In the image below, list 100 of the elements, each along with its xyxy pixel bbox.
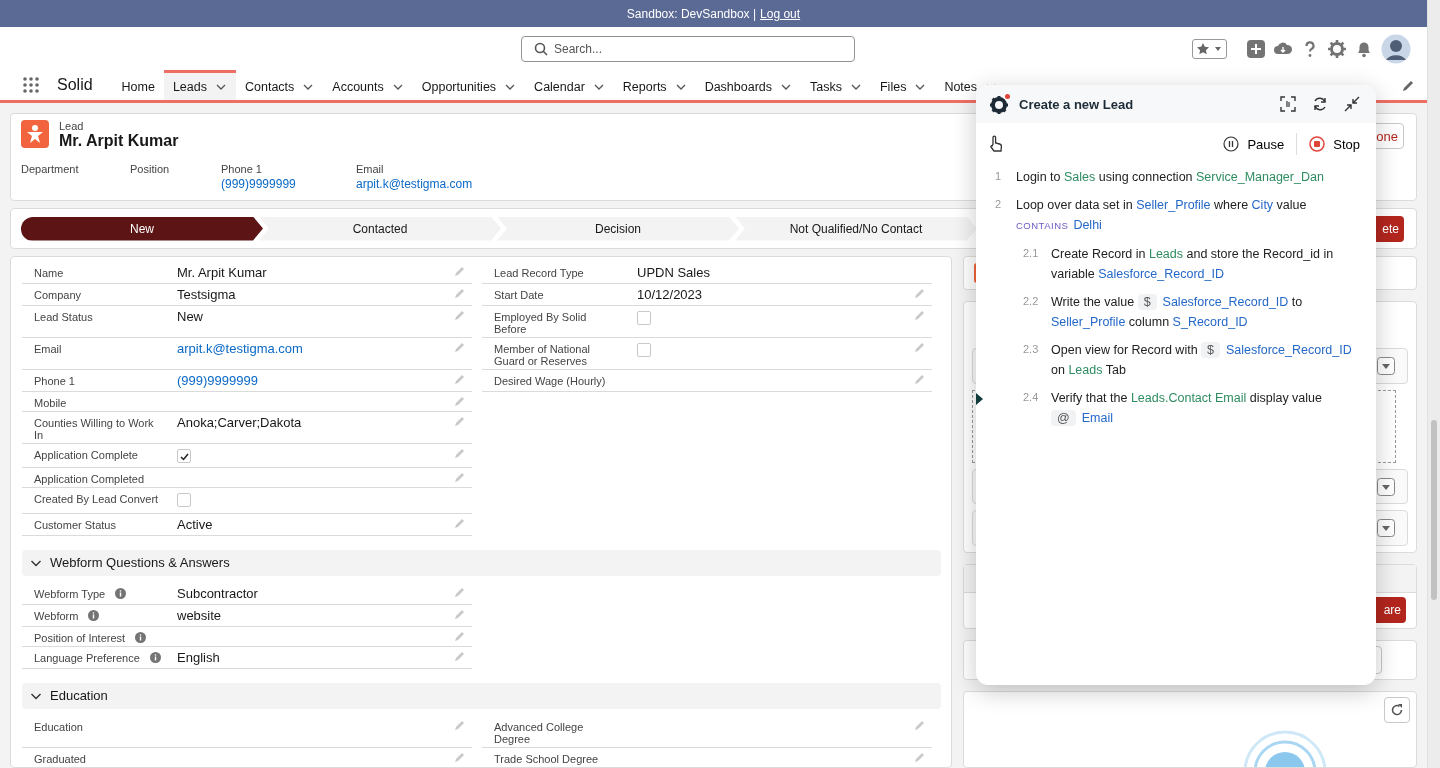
section-header[interactable]: Education <box>22 682 941 709</box>
field-label: Department <box>21 163 80 175</box>
star-icon <box>1196 41 1210 56</box>
dropdown-icon[interactable] <box>1377 519 1395 538</box>
search-field[interactable]: Search... <box>521 35 855 62</box>
field-label: Language Preference <box>34 651 140 664</box>
hand-pointer-icon[interactable] <box>988 135 1004 153</box>
minimize-icon[interactable] <box>1344 96 1360 112</box>
field-label: Education <box>34 720 83 733</box>
step-text: Loop over data set in Seller_Profile where City value CONTAINS Delhi <box>1016 197 1308 234</box>
field-label: Company <box>34 289 82 301</box>
field-label: Trade School Degree <box>494 752 599 765</box>
step-number: 2 <box>995 198 1002 210</box>
nav-tab[interactable]: Dashboards <box>695 70 802 100</box>
step-number: 1 <box>995 170 1002 182</box>
field-label: Phone 1 <box>221 163 263 175</box>
nav-tab[interactable]: Reports <box>613 70 696 100</box>
nav-tab[interactable]: Leads <box>163 70 236 100</box>
panel-title: Create a new Lead <box>1019 96 1134 112</box>
favorites-button[interactable] <box>1192 38 1227 59</box>
nav-tab[interactable]: Contacts <box>236 70 324 100</box>
step-text: Write the value $ Salesforce_Record_ID to Seller_Profile column S_Record_ID <box>1051 293 1304 331</box>
refresh-button[interactable] <box>1384 697 1410 723</box>
stop-button[interactable]: Stop <box>1305 136 1364 152</box>
field-value: English <box>177 649 220 666</box>
nav-tab[interactable]: Files <box>871 70 936 100</box>
step-number: 2.4 <box>1023 391 1039 403</box>
dropdown-icon[interactable] <box>1377 477 1395 496</box>
step-text: Open view for Record with $ Salesforce_Record_ID on Leads Tab <box>1051 341 1353 379</box>
lead-icon <box>21 120 49 148</box>
field-link[interactable]: arpit.k@testigma.com <box>356 177 473 191</box>
field-value: 10/12/2023 <box>637 287 703 303</box>
field-label: Position of Interest <box>34 631 126 644</box>
field-label: Position <box>130 163 171 175</box>
sync-icon[interactable] <box>1312 96 1328 112</box>
focus-icon[interactable] <box>1280 96 1296 112</box>
step-number: 2.3 <box>1023 343 1039 355</box>
field-label: Application Completed <box>34 472 145 485</box>
app-name: Solid <box>57 76 93 94</box>
field-label: Employed By Solid Before <box>494 311 588 335</box>
nav-tab[interactable]: Home <box>112 70 164 100</box>
field-link[interactable]: (999)9999999 <box>221 177 296 191</box>
field-label: Application Complete <box>34 449 138 461</box>
field-value: Active <box>177 516 213 533</box>
search-icon <box>534 41 548 56</box>
field-label: Phone 1 <box>34 375 75 387</box>
field-label: Customer Status <box>34 518 116 531</box>
field-label: Counties Willing to Work In <box>34 417 155 441</box>
step-text: Create Record in Leads and store the Record_id in variable Salesforce_Record_ID <box>1051 246 1335 283</box>
app-launcher-icon[interactable] <box>22 76 40 94</box>
path-stage[interactable]: Decision <box>497 216 739 241</box>
field-label: Start Date <box>494 289 544 301</box>
field-label: Created By Lead Convert <box>34 492 159 505</box>
record-title: Mr. Arpit Kumar <box>59 132 179 150</box>
path-stage[interactable]: Contacted <box>259 216 501 241</box>
field-value: UPDN Sales <box>637 265 710 281</box>
nav-tab[interactable]: Tasks <box>801 70 871 100</box>
step-number: 2.2 <box>1023 295 1039 307</box>
field-label: Member of National Guard or Reserves <box>494 343 591 367</box>
banner-text: Sandbox: DevSandbox | <box>626 6 757 21</box>
field-link[interactable]: (999)9999999 <box>177 373 258 389</box>
field-label: Email <box>34 343 62 355</box>
field-label: Graduated <box>34 752 86 765</box>
field-label: Webform <box>34 609 79 622</box>
pause-button[interactable]: Pause <box>1219 136 1289 152</box>
add-icon[interactable] <box>1246 38 1266 59</box>
step-text: Verify that the Leads.Contact Email display value @ Email <box>1051 390 1323 428</box>
field-label: Webform Type <box>34 587 106 600</box>
edit-icon[interactable] <box>1402 78 1415 92</box>
gear-logo-icon <box>989 93 1011 115</box>
stop-icon <box>1309 136 1326 152</box>
field-label: Mobile <box>34 397 67 409</box>
section-header[interactable]: Webform Questions & Answers <box>22 549 941 576</box>
avatar-icon[interactable] <box>1381 33 1411 64</box>
field-label: Lead Record Type <box>494 267 584 279</box>
nav-tab[interactable]: Calendar <box>525 70 614 100</box>
field-label: Desired Wage (Hourly) <box>494 375 606 387</box>
dropdown-icon[interactable] <box>1377 356 1395 375</box>
field-label: Name <box>34 267 64 279</box>
scrollbar-thumb[interactable] <box>1431 420 1437 600</box>
settings-icon[interactable] <box>1327 38 1347 59</box>
field-value: Subcontractor <box>177 585 258 602</box>
pause-icon <box>1223 136 1240 152</box>
object-label: Lead <box>59 120 85 132</box>
field-value: Anoka;Carver;Dakota <box>177 415 302 431</box>
step-text: Login to Sales using connection Service_Manager_Dan <box>1016 169 1325 186</box>
field-value: New <box>177 309 203 325</box>
field-value: Testsigma <box>177 287 236 303</box>
step-number: 2.1 <box>1023 247 1039 259</box>
field-value: Mr. Arpit Kumar <box>177 265 267 281</box>
nav-tab[interactable]: Opportunities <box>412 70 526 100</box>
field-value: website <box>177 607 222 624</box>
logout-link[interactable]: Log out <box>760 6 801 21</box>
field-label: Lead Status <box>34 311 93 323</box>
nav-tab[interactable]: Accounts <box>323 70 413 100</box>
field-label: Email <box>356 163 385 175</box>
field-link[interactable]: arpit.k@testigma.com <box>177 341 303 357</box>
path-stage[interactable]: Not Qualified/No Contact <box>735 216 977 241</box>
path-stage[interactable]: New <box>21 216 263 241</box>
field-label: Advanced College Degree <box>494 720 585 745</box>
